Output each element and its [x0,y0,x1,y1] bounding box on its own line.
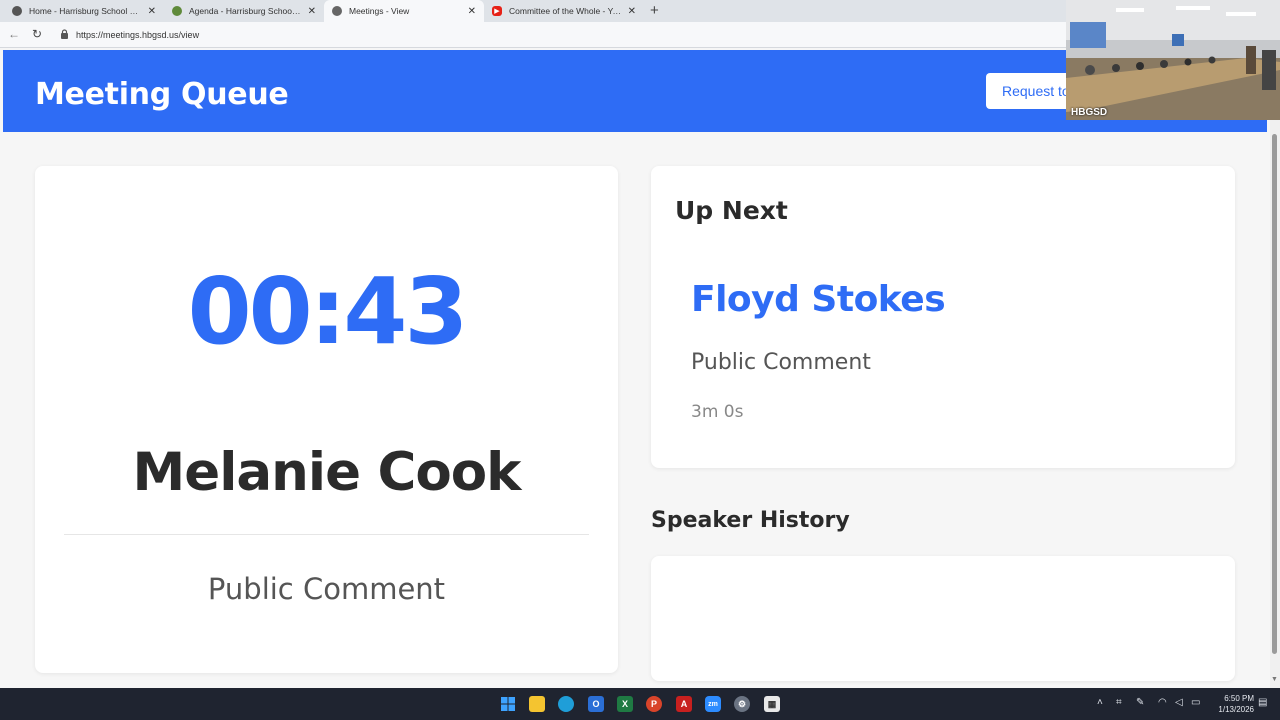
network-icon[interactable]: ⌗ [1116,697,1122,708]
clock-time: 6:50 PM [1224,694,1254,703]
file-explorer-icon[interactable] [529,696,545,712]
page-scrollbar[interactable]: ▲ ▼ [1270,48,1280,688]
browser-tab-home[interactable]: Home - Harrisburg School Distric ✕ [4,0,164,22]
acrobat-icon[interactable]: A [676,696,692,712]
meeting-video-overlay: HBGSD [1066,0,1280,120]
new-tab-button[interactable]: + [650,2,659,19]
speaker-history-heading: Speaker History [651,508,850,533]
close-icon[interactable]: ✕ [148,6,156,17]
close-icon[interactable]: ✕ [628,6,636,17]
zoom-icon[interactable]: zm [705,696,721,712]
up-next-heading: Up Next [675,196,788,225]
lock-icon [61,29,68,39]
wifi-icon[interactable]: ◠ [1158,697,1167,708]
speaker-history-list [651,556,1235,681]
notification-icon[interactable]: ▤ [1258,697,1267,708]
meeting-room-video-image [1066,0,1280,120]
next-speaker-duration: 3m 0s [691,402,744,422]
page-title: Meeting Queue [35,77,289,112]
outlook-icon[interactable]: O [588,696,604,712]
current-speaker-type: Public Comment [207,572,446,606]
youtube-icon: ▶ [492,6,502,16]
close-icon[interactable]: ✕ [468,6,476,17]
scrollbar-thumb[interactable] [1272,134,1277,654]
volume-icon[interactable]: ◁ [1175,697,1183,708]
next-speaker-type: Public Comment [691,350,871,375]
url-field[interactable]: https://meetings.hbgsd.us/view [76,30,199,40]
browser-tab-youtube[interactable]: ▶ Committee of the Whole - YouTu ✕ [484,0,644,22]
excel-icon[interactable]: X [617,696,633,712]
settings-gear-icon[interactable]: ⚙ [734,696,750,712]
back-arrow-icon[interactable]: ← [8,27,20,41]
leaf-icon [172,6,182,16]
powerpoint-icon[interactable]: P [646,696,662,712]
globe-icon [332,6,342,16]
next-speaker-name: Floyd Stokes [691,279,946,320]
divider [64,534,589,535]
video-label: HBGSD [1071,107,1108,118]
up-next-card: Up Next Floyd Stokes Public Comment 3m 0… [651,166,1235,468]
reload-icon[interactable]: ↻ [32,27,42,41]
pen-icon[interactable]: ✎ [1136,697,1144,708]
system-clock[interactable]: 6:50 PM 1/13/2026 [1210,693,1254,715]
edge-browser-icon[interactable] [558,696,574,712]
clock-date: 1/13/2026 [1218,705,1254,714]
current-speaker-card: 00:43 Melanie Cook Public Comment [35,166,618,673]
windows-taskbar: O X P A zm ⚙ ▦ ˄ ⌗ ✎ ◠ ◁ ▭ 6:50 PM 1/13/… [0,688,1280,720]
current-speaker-name: Melanie Cook [132,442,522,503]
school-logo-icon [12,6,22,16]
scroll-down-arrow-icon[interactable]: ▼ [1271,676,1278,683]
page-content: Meeting Queue Request to 00:43 Melanie C… [0,48,1270,688]
windows-start-icon[interactable] [500,696,516,712]
chevron-up-icon[interactable]: ˄ [1097,697,1103,708]
battery-icon[interactable]: ▭ [1191,697,1200,708]
speaker-timer: 00:43 [187,258,469,365]
browser-tab-agenda[interactable]: Agenda - Harrisburg School Distr ✕ [164,0,324,22]
close-icon[interactable]: ✕ [308,6,316,17]
browser-tab-meetings[interactable]: Meetings - View ✕ [324,0,484,22]
store-icon[interactable]: ▦ [764,696,780,712]
